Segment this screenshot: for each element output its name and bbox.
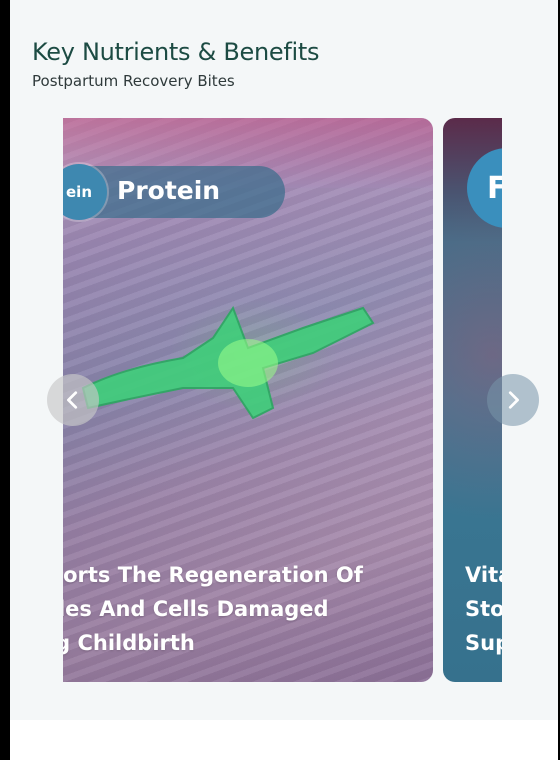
nutrient-caption: Vita Sto Sup: [465, 558, 502, 660]
nutrient-label-pill: ein Protein: [63, 164, 285, 220]
caption-line: Sup: [465, 631, 502, 655]
nutrient-icon-circle: ein: [63, 164, 107, 220]
nutrient-carousel[interactable]: ein Protein pports The Regeneration Of s…: [63, 118, 502, 682]
nutrient-caption: pports The Regeneration Of scles And Cel…: [63, 558, 393, 660]
protein-molecule-illustration: [81, 305, 375, 420]
nutrient-title: Protein: [117, 176, 221, 205]
chevron-right-icon: [508, 391, 519, 409]
section-title: Key Nutrients & Benefits: [32, 38, 320, 66]
caption-line: pports The Regeneration Of: [63, 563, 363, 587]
nutrients-section: Key Nutrients & Benefits Postpartum Reco…: [10, 0, 558, 720]
carousel-next-button[interactable]: [487, 374, 539, 426]
chevron-left-icon: [67, 391, 78, 409]
section-subtitle: Postpartum Recovery Bites: [32, 72, 235, 90]
caption-line: scles And Cells Damaged: [63, 597, 329, 621]
caption-line: ing Childbirth: [63, 631, 195, 655]
caption-line: Sto: [465, 597, 502, 621]
carousel-prev-button[interactable]: [47, 374, 99, 426]
nutrient-card-protein[interactable]: ein Protein pports The Regeneration Of s…: [63, 118, 433, 682]
page-footer-area: [10, 720, 558, 760]
caption-line: Vita: [465, 563, 502, 587]
